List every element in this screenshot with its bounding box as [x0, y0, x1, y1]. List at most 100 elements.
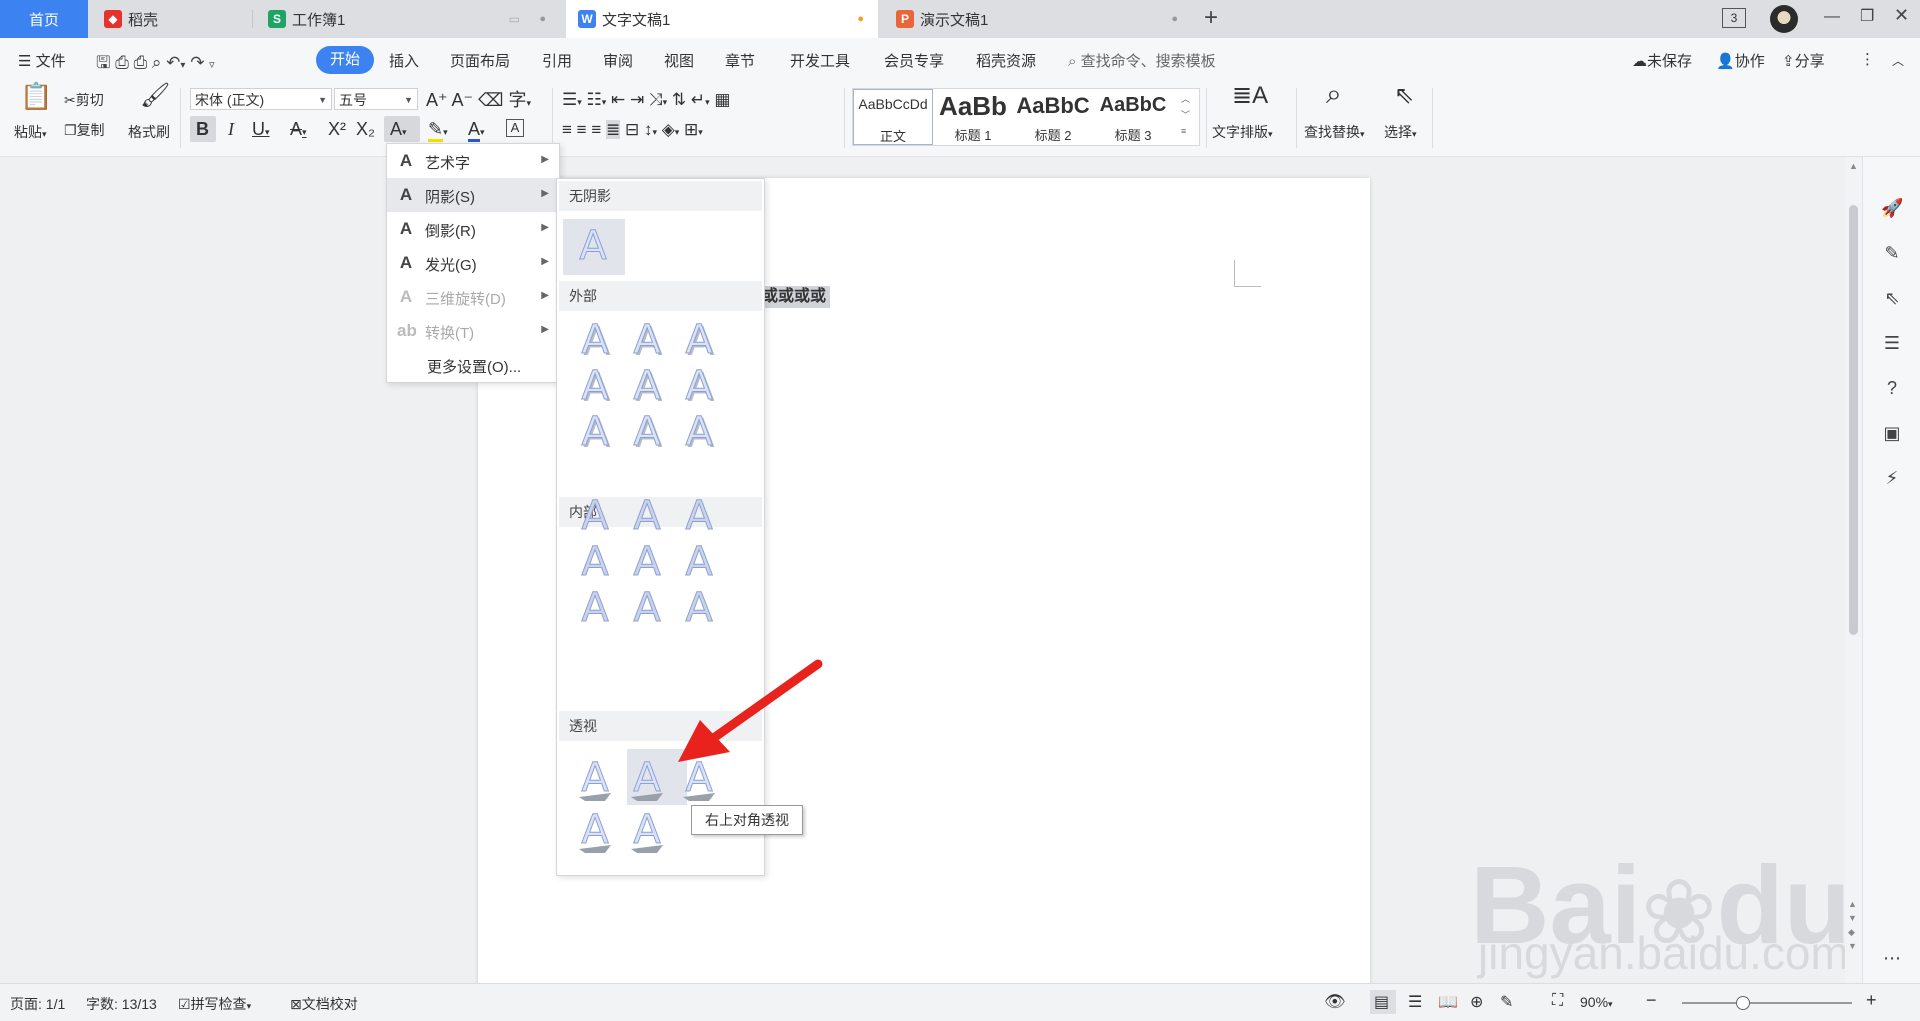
shadow-preset-outer[interactable]: AA	[627, 361, 667, 412]
italic-icon[interactable]: I	[228, 119, 234, 139]
scrollbar-thumb[interactable]	[1849, 205, 1858, 635]
search-box[interactable]: ⌕ 查找命令、搜索模板	[1068, 50, 1216, 71]
outline-view-icon[interactable]: ☰	[1408, 992, 1422, 1012]
collab-button[interactable]: 👤协作	[1716, 50, 1765, 71]
shadow-preset-outer[interactable]: AA	[575, 315, 615, 366]
shadow-preset-outer[interactable]: AA	[627, 407, 667, 458]
find-replace-icon[interactable]: ⌕	[1326, 80, 1342, 108]
shadow-preset-inner[interactable]: AA	[679, 537, 719, 586]
more-dots-icon[interactable]: ⋯	[1881, 947, 1903, 969]
shrink-font-icon[interactable]: A⁻	[452, 90, 474, 110]
scroll-up-icon[interactable]: ▲	[1849, 161, 1858, 171]
tab-member[interactable]: 会员专享	[884, 50, 944, 71]
tab-view[interactable]: 视图	[664, 50, 694, 71]
borders-icon[interactable]: ⊞	[684, 120, 698, 139]
decrease-indent-icon[interactable]: ⇤	[611, 90, 625, 109]
window-count-icon[interactable]: 3	[1722, 8, 1746, 28]
menu-item-reflection[interactable]: A 倒影(R) ▶	[387, 212, 559, 246]
shadow-preset-inner[interactable]: AA	[627, 491, 667, 540]
tab-insert[interactable]: 插入	[389, 50, 419, 71]
shadow-preset-inner[interactable]: AA	[627, 583, 667, 632]
vertical-scrollbar[interactable]: ▲ ▲ ▼ ◆ ▼	[1845, 157, 1862, 983]
tab-close-dot[interactable]: ●	[1171, 13, 1178, 25]
print-icon[interactable]: ⎙	[134, 53, 148, 72]
subscript-icon[interactable]: X₂	[356, 119, 375, 139]
shadow-preset-outer[interactable]: AA	[575, 361, 615, 412]
image-tools-icon[interactable]: ▣	[1881, 422, 1903, 444]
underline-icon[interactable]: U▾	[252, 119, 270, 142]
shadow-preset-inner[interactable]: AA	[679, 583, 719, 632]
tab-start[interactable]: 开始	[316, 46, 374, 74]
grow-font-icon[interactable]: A⁺	[426, 90, 448, 110]
shadow-preset-outer[interactable]: AA	[575, 407, 615, 458]
phonetic-icon[interactable]: 字	[509, 90, 527, 110]
selected-text[interactable]: 或或或或	[758, 286, 831, 308]
highlight-icon[interactable]: ✎▾	[428, 119, 448, 142]
menu-item-shadow[interactable]: A 阴影(S) ▶	[387, 178, 559, 212]
menu-item-wordart[interactable]: A 艺术字 ▶	[387, 144, 559, 178]
tab-writer[interactable]: W 文字文稿1 ●	[566, 0, 878, 38]
increase-indent-icon[interactable]: ⇥	[630, 90, 644, 109]
shadow-preset-inner[interactable]: AA	[679, 491, 719, 540]
zoom-select[interactable]: 90%▾	[1580, 994, 1613, 1010]
tab-daoke[interactable]: ◆ 稻壳	[92, 0, 252, 38]
tab-close-dot[interactable]: ●	[539, 13, 546, 25]
strikethrough-icon[interactable]: A▾	[290, 119, 307, 142]
distribute-icon[interactable]: ⊟	[625, 120, 639, 139]
show-marks-icon[interactable]: ↵	[691, 90, 705, 109]
select-button[interactable]: 选择▾	[1384, 122, 1417, 142]
tab-developer[interactable]: 开发工具	[790, 50, 850, 71]
text-layout-icon[interactable]: ≣A	[1232, 84, 1268, 108]
word-count[interactable]: 字数: 13/13	[86, 994, 157, 1014]
style-heading-2[interactable]: AaBbC 标题 2	[1013, 89, 1093, 145]
read-view-icon[interactable]: 📖	[1438, 992, 1458, 1012]
avatar[interactable]	[1770, 5, 1798, 33]
tab-review[interactable]: 审阅	[603, 50, 633, 71]
shadow-preset-perspective[interactable]: A	[575, 753, 615, 802]
export-pdf-icon[interactable]: ⎙	[115, 53, 129, 72]
fit-page-icon[interactable]: ⛶	[1552, 992, 1563, 1010]
justify-icon[interactable]: ≣	[605, 120, 621, 139]
shadow-preset-outer[interactable]: AA	[679, 315, 719, 366]
tab-section[interactable]: 章节	[725, 50, 755, 71]
web-view-icon[interactable]: ⊕	[1470, 992, 1483, 1012]
write-view-icon[interactable]: ✎	[1500, 992, 1513, 1012]
shadow-preset-outer[interactable]: AA	[627, 315, 667, 366]
collapse-ribbon-icon[interactable]: ︿	[1892, 52, 1904, 69]
close-icon[interactable]: ✕	[1894, 5, 1909, 26]
shadow-preset-inner[interactable]: AA	[575, 583, 615, 632]
zoom-slider-thumb[interactable]	[1736, 996, 1750, 1010]
align-left-icon[interactable]: ≡	[562, 120, 572, 139]
format-painter-button[interactable]: 格式刷	[128, 122, 170, 142]
lightning-icon[interactable]: ⚡	[1881, 467, 1903, 489]
zoom-in-icon[interactable]: +	[1866, 990, 1877, 1011]
spell-check-button[interactable]: ☑拼写检查▾	[178, 994, 251, 1014]
shadow-preset-inner[interactable]: AA	[575, 537, 615, 586]
shadow-preset-perspective[interactable]: A	[627, 805, 667, 854]
paste-button[interactable]: 粘贴▾	[14, 122, 47, 142]
font-name-select[interactable]: 宋体 (正文) ▼	[190, 88, 332, 110]
pen-icon[interactable]: ✎	[1881, 242, 1903, 264]
shadow-preset-outer[interactable]: AA	[679, 361, 719, 412]
tab-home[interactable]: 首页	[0, 0, 88, 38]
customize-icon[interactable]: ▿	[209, 59, 215, 71]
unsaved-button[interactable]: ☁未保存	[1632, 50, 1692, 71]
styles-scroll-icon[interactable]: ︿ ﹀ ≡	[1181, 91, 1190, 139]
save-icon[interactable]: 🖫	[96, 53, 110, 72]
find-replace-button[interactable]: 查找替换▾	[1304, 122, 1365, 142]
share-button[interactable]: ⇪分享	[1782, 50, 1825, 71]
text-layout-button[interactable]: 文字排版▾	[1212, 122, 1273, 142]
numbered-list-icon[interactable]: ☷	[587, 90, 602, 109]
rocket-icon[interactable]: 🚀	[1881, 197, 1903, 219]
file-menu-button[interactable]: ☰ 文件	[18, 50, 66, 71]
tab-references[interactable]: 引用	[542, 50, 572, 71]
align-right-icon[interactable]: ≡	[591, 120, 601, 139]
shadow-preset-inner[interactable]: AA	[627, 537, 667, 586]
cursor-arrow-icon[interactable]: ⇖	[1394, 84, 1414, 108]
more-options-icon[interactable]: ⋮	[1860, 50, 1875, 68]
cursor-icon[interactable]: ⇖	[1881, 287, 1903, 309]
cut-button[interactable]: ✂剪切	[64, 90, 104, 110]
tab-page-layout[interactable]: 页面布局	[450, 50, 510, 71]
style-heading-3[interactable]: AaBbC 标题 3	[1093, 89, 1173, 145]
font-size-select[interactable]: 五号 ▼	[334, 88, 418, 110]
